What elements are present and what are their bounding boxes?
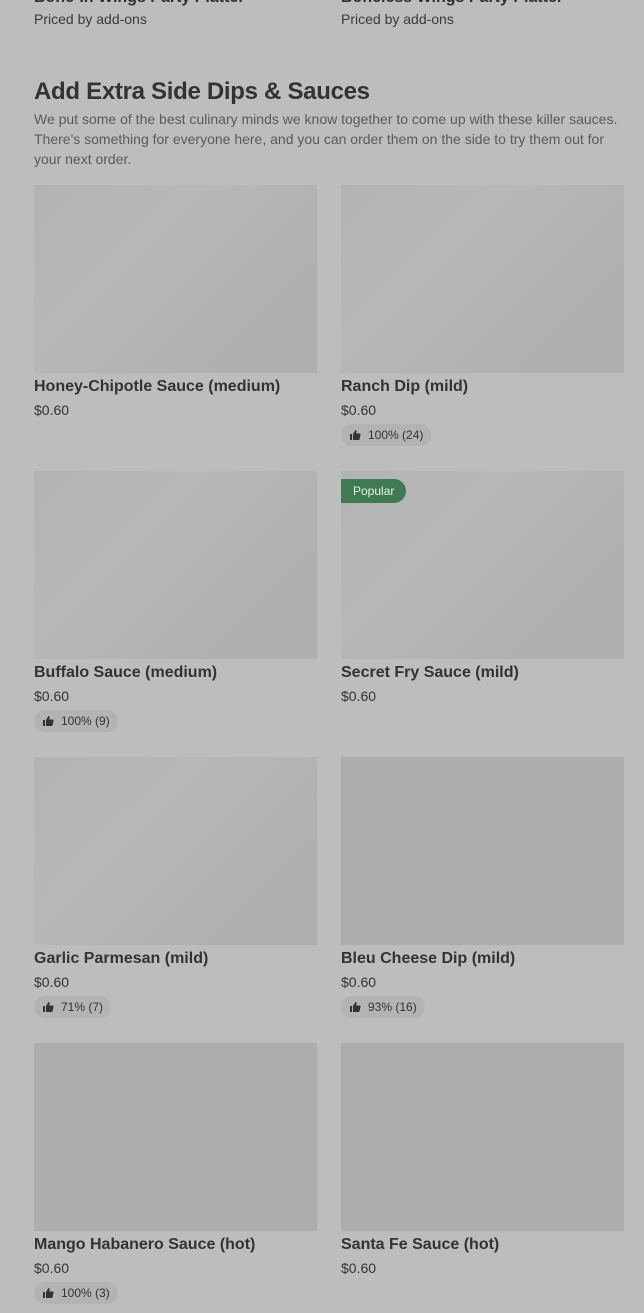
menu-item-name: Garlic Parmesan (mild) — [34, 950, 209, 967]
thumbs-up-icon — [350, 430, 361, 440]
menu-item-name: Bleu Cheese Dip (mild) — [341, 950, 516, 967]
menu-item-price: $0.60 — [341, 1260, 377, 1276]
menu-item-price: $0.60 — [34, 974, 70, 990]
menu-page: Bone-In Wings Party Platter Priced by ad… — [0, 0, 644, 1304]
menu-item-price-note: Priced by add-ons — [34, 11, 147, 27]
menu-item-name: Mango Habanero Sauce (hot) — [34, 1236, 256, 1253]
popular-badge: Popular — [341, 479, 407, 503]
rating-text: 100% (9) — [61, 714, 110, 728]
thumbs-up-icon — [43, 1002, 54, 1012]
menu-item-image — [341, 757, 624, 945]
thumbs-up-icon — [43, 716, 54, 726]
menu-item-card[interactable]: Honey-Chipotle Sauce (medium) $0.60 — [34, 185, 317, 455]
menu-item-card[interactable]: Bone-In Wings Party Platter Priced by ad… — [34, 0, 317, 29]
menu-item-image — [34, 471, 317, 659]
rating-text: 71% (7) — [61, 1000, 104, 1014]
rating-badge: 100% (3) — [34, 1282, 118, 1304]
rating-badge: 100% (9) — [34, 710, 118, 732]
rating-text: 93% (16) — [368, 1000, 417, 1014]
rating-badge: 71% (7) — [34, 996, 112, 1018]
previous-section-cards: Bone-In Wings Party Platter Priced by ad… — [34, 0, 624, 32]
menu-item-card[interactable]: Santa Fe Sauce (hot) $0.60 — [341, 1043, 624, 1313]
rating-badge: 93% (16) — [341, 996, 425, 1018]
thumbs-up-icon — [350, 1002, 361, 1012]
menu-item-image — [341, 185, 624, 373]
menu-item-price: $0.60 — [34, 1260, 70, 1276]
menu-item-name: Boneless Wings Party Platter — [341, 0, 624, 8]
menu-item-price: $0.60 — [34, 688, 70, 704]
rating-text: 100% (3) — [61, 1286, 110, 1300]
menu-item-card[interactable]: Bleu Cheese Dip (mild) $0.60 93% (16) — [341, 757, 624, 1027]
menu-item-card[interactable]: Ranch Dip (mild) $0.60 100% (24) — [341, 185, 624, 455]
menu-item-name: Santa Fe Sauce (hot) — [341, 1236, 500, 1253]
menu-item-card[interactable]: Boneless Wings Party Platter Priced by a… — [341, 0, 624, 29]
menu-item-price-note: Priced by add-ons — [341, 11, 454, 27]
menu-item-name: Honey-Chipotle Sauce (medium) — [34, 378, 281, 395]
menu-item-price: $0.60 — [34, 402, 70, 418]
menu-item-price: $0.60 — [341, 402, 377, 418]
menu-item-price: $0.60 — [341, 688, 377, 704]
menu-item-image — [34, 757, 317, 945]
menu-item-card[interactable]: Garlic Parmesan (mild) $0.60 71% (7) — [34, 757, 317, 1027]
menu-item-image: Popular — [341, 471, 624, 659]
section-title: Add Extra Side Dips & Sauces — [34, 78, 370, 105]
menu-item-card[interactable]: Buffalo Sauce (medium) $0.60 100% (9) — [34, 471, 317, 741]
rating-text: 100% (24) — [368, 428, 424, 442]
menu-item-image — [34, 1043, 317, 1231]
section-description: We put some of the best culinary minds w… — [34, 111, 618, 167]
menu-item-name: Bone-In Wings Party Platter — [34, 0, 317, 8]
menu-item-image — [34, 185, 317, 373]
menu-item-image — [341, 1043, 624, 1231]
menu-item-name: Ranch Dip (mild) — [341, 378, 469, 395]
rating-badge: 100% (24) — [341, 424, 432, 446]
menu-item-card[interactable]: Popular Secret Fry Sauce (mild) $0.60 — [341, 471, 624, 741]
menu-item-name: Secret Fry Sauce (mild) — [341, 664, 519, 681]
menu-item-price: $0.60 — [341, 974, 377, 990]
menu-item-card[interactable]: Mango Habanero Sauce (hot) $0.60 100% (3… — [34, 1043, 317, 1313]
menu-item-name: Buffalo Sauce (medium) — [34, 664, 218, 681]
